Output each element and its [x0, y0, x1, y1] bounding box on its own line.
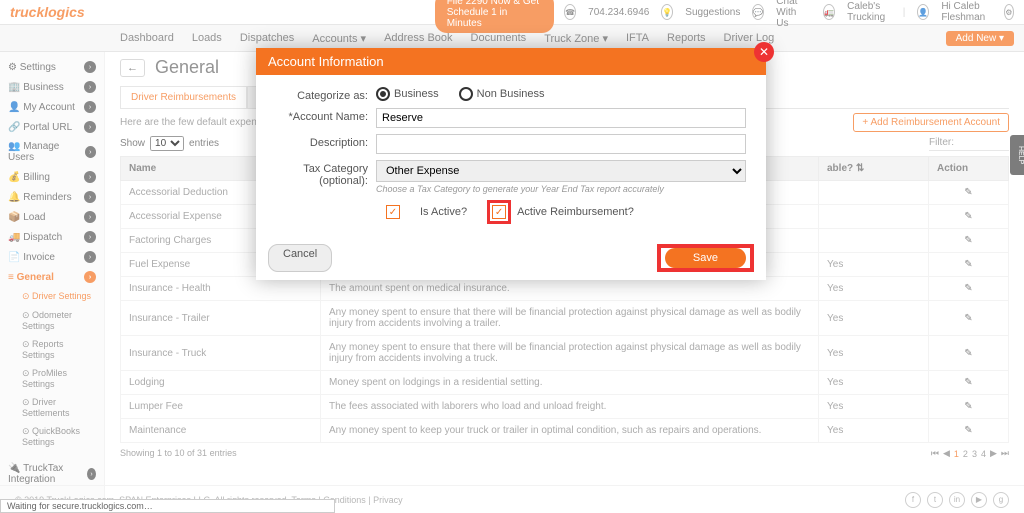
categorize-label: Categorize as:	[266, 87, 376, 102]
radio-off-icon	[459, 87, 473, 101]
tax-category-select[interactable]: Other Expense	[376, 160, 746, 182]
description-label: Description:	[266, 134, 376, 149]
is-active-checkbox[interactable]: ✓	[386, 205, 400, 219]
modal-title: Account Information	[256, 48, 766, 75]
active-reimbursement-checkbox[interactable]: ✓	[492, 205, 506, 219]
radio-business[interactable]: Business	[376, 87, 439, 101]
account-info-modal: ✕ Account Information Categorize as: Bus…	[256, 48, 766, 280]
radio-nonbusiness[interactable]: Non Business	[459, 87, 545, 101]
cancel-button[interactable]: Cancel	[268, 244, 332, 272]
save-button[interactable]: Save	[665, 248, 746, 268]
active-reimbursement-label: Active Reimbursement?	[517, 206, 634, 218]
account-name-input[interactable]	[376, 108, 746, 128]
radio-on-icon	[376, 87, 390, 101]
tax-category-label: Tax Category (optional):	[266, 160, 376, 187]
browser-status: Waiting for secure.trucklogics.com…	[0, 499, 335, 513]
account-name-label: *Account Name:	[266, 108, 376, 123]
tax-hint: Choose a Tax Category to generate your Y…	[376, 184, 746, 194]
description-input[interactable]	[376, 134, 746, 154]
close-icon[interactable]: ✕	[754, 42, 774, 62]
highlight-reimbursement: ✓	[487, 200, 511, 224]
highlight-save: Save	[657, 244, 754, 272]
is-active-label: Is Active?	[420, 206, 467, 218]
